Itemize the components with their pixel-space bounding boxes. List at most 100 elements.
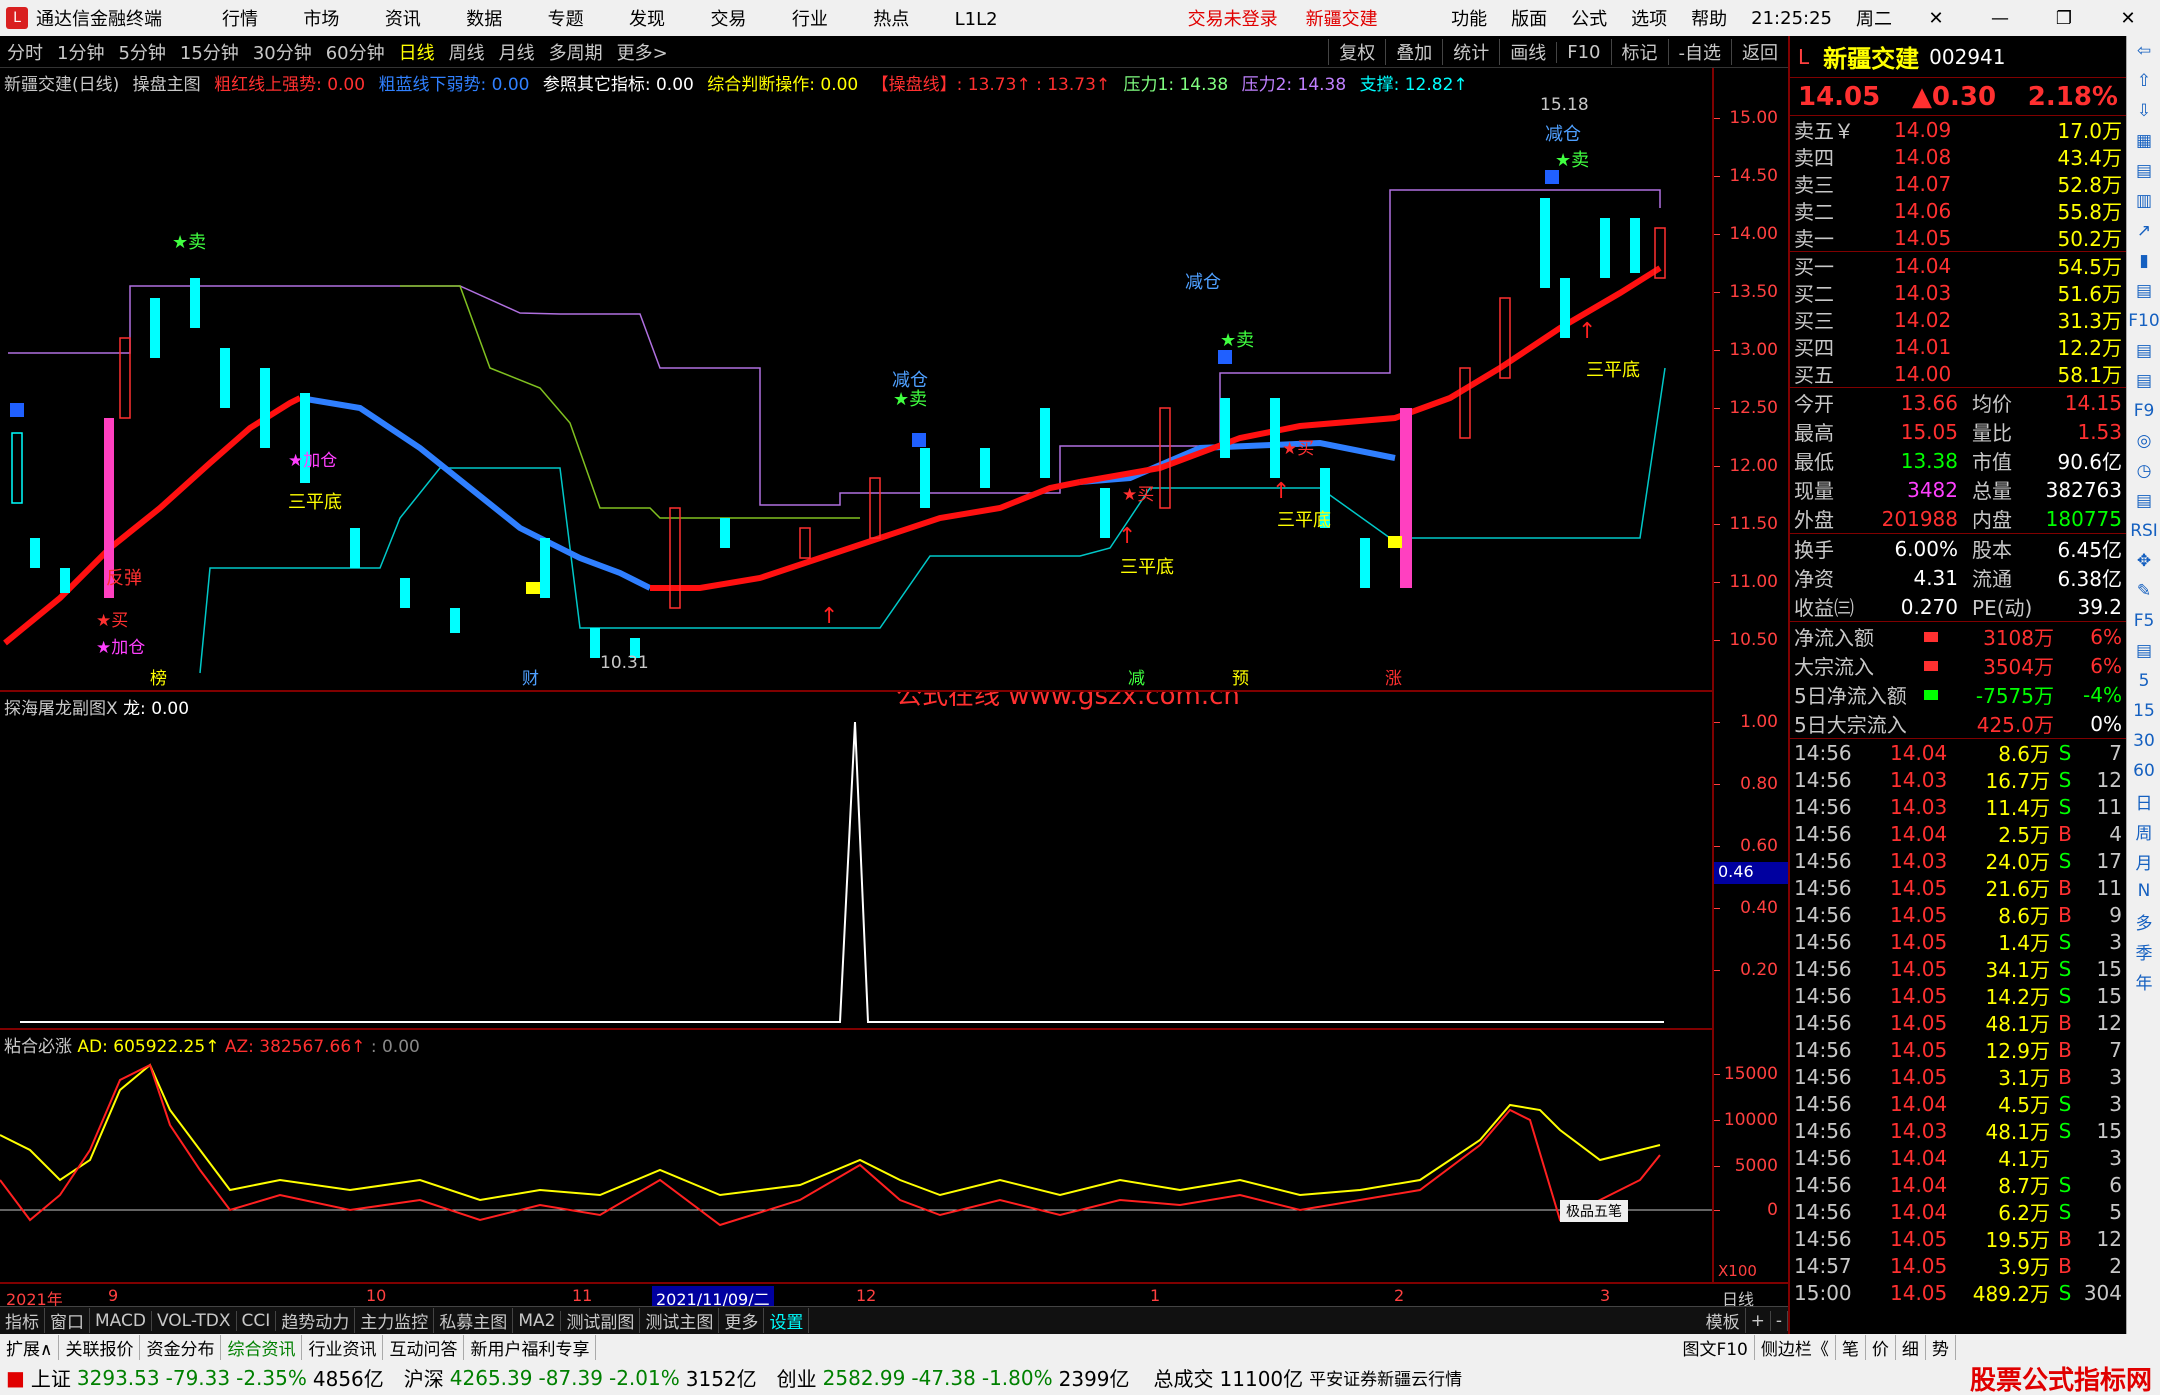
side-tool-icon[interactable]: 日 <box>2127 786 2160 816</box>
tab-more[interactable]: 更多> <box>610 39 675 65</box>
minimize-icon[interactable]: — <box>1980 8 2020 29</box>
tab-30min[interactable]: 30分钟 <box>246 39 319 65</box>
tab-ceshifu[interactable]: 测试副图 <box>561 1308 641 1333</box>
tab-ma2[interactable]: MA2 <box>513 1310 562 1331</box>
sub-chart-nianhe[interactable]: 粘合必涨 AD: 605922.25↑ AZ: 382567.66↑ : 0.0… <box>0 1030 1712 1282</box>
ask-row[interactable]: 卖二 14.06 55.8万 <box>1790 197 2126 225</box>
tab-moban[interactable]: 模板 <box>1701 1308 1746 1333</box>
side-tool-icon[interactable]: ▤ <box>2127 366 2160 396</box>
remove-button[interactable]: - <box>1771 1310 1788 1331</box>
menu-item-faxian[interactable]: 发现 <box>629 9 665 30</box>
side-tool-icon[interactable]: RSI <box>2127 516 2160 546</box>
menu-banmian[interactable]: 版面 <box>1511 5 1547 31</box>
tab-60min[interactable]: 60分钟 <box>319 39 392 65</box>
btn-zixuan[interactable]: -自选 <box>1667 39 1732 65</box>
sub-chart-tanhai[interactable]: 探海屠龙副图X 龙: 0.00 公式在线 www.gszx.com.cn <box>0 692 1712 1030</box>
tab-zhibiao[interactable]: 指标 <box>0 1308 45 1333</box>
tab-xi[interactable]: 细 <box>1896 1334 1926 1360</box>
side-tool-icon[interactable]: ▮ <box>2127 246 2160 276</box>
menu-item-jiaoyi[interactable]: 交易 <box>710 9 746 30</box>
side-tool-icon[interactable]: F5 <box>2127 606 2160 636</box>
bid-row[interactable]: 买二 14.03 51.6万 <box>1790 279 2126 307</box>
side-tool-icon[interactable]: ▤ <box>2127 486 2160 516</box>
side-tool-icon[interactable]: ▦ <box>2127 126 2160 156</box>
tab-monthly[interactable]: 月线 <box>492 39 542 65</box>
side-tool-icon[interactable]: 5 <box>2127 666 2160 696</box>
menu-item-shichang[interactable]: 市场 <box>303 9 339 30</box>
ime-toolbar[interactable]: 极品五笔 <box>1560 1200 1628 1222</box>
side-tool-icon[interactable]: ▤ <box>2127 276 2160 306</box>
side-tool-icon[interactable]: ↗ <box>2127 216 2160 246</box>
side-tool-icon[interactable]: F9 <box>2127 396 2160 426</box>
menu-item-zixun[interactable]: 资讯 <box>385 9 421 30</box>
side-tool-icon[interactable]: ◷ <box>2127 456 2160 486</box>
tab-vol-tdx[interactable]: VOL-TDX <box>152 1310 237 1331</box>
btn-huaxian[interactable]: 画线 <box>1499 39 1556 65</box>
side-tool-icon[interactable]: ⇧ <box>2127 66 2160 96</box>
btn-fuquan[interactable]: 复权 <box>1328 39 1385 65</box>
side-tool-icon[interactable]: 60 <box>2127 756 2160 786</box>
tab-simu[interactable]: 私募主图 <box>434 1308 514 1333</box>
side-tool-icon[interactable]: ▥ <box>2127 186 2160 216</box>
menu-item-hangqing[interactable]: 行情 <box>222 9 258 30</box>
tab-bi[interactable]: 笔 <box>1836 1334 1866 1360</box>
side-tool-icon[interactable]: 周 <box>2127 816 2160 846</box>
ask-row[interactable]: 卖三 14.07 52.8万 <box>1790 170 2126 198</box>
side-tool-icon[interactable]: 年 <box>2127 966 2160 996</box>
tab-weekly[interactable]: 周线 <box>442 39 492 65</box>
side-tool-icon[interactable]: N <box>2127 876 2160 906</box>
index-name[interactable]: 沪深 <box>404 1363 444 1392</box>
bid-row[interactable]: 买一 14.04 54.5万 <box>1790 252 2126 280</box>
tab-multi-period[interactable]: 多周期 <box>542 39 610 65</box>
btn-biaoji[interactable]: 标记 <box>1610 39 1668 65</box>
menu-item-hangye[interactable]: 行业 <box>792 9 828 30</box>
menu-item-shuju[interactable]: 数据 <box>466 9 502 30</box>
tab-daily[interactable]: 日线 <box>392 39 442 65</box>
side-tool-icon[interactable]: 月 <box>2127 846 2160 876</box>
tab-qushi[interactable]: 趋势动力 <box>276 1308 356 1333</box>
btn-diejia[interactable]: 叠加 <box>1385 39 1442 65</box>
close-window-icon[interactable]: ✕ <box>2108 8 2148 29</box>
btn-tongji[interactable]: 统计 <box>1442 39 1499 65</box>
bid-row[interactable]: 买五 14.00 58.1万 <box>1790 360 2126 388</box>
tab-shi[interactable]: 势 <box>1926 1334 1956 1360</box>
side-tool-icon[interactable]: ⇩ <box>2127 96 2160 126</box>
tab-fenshi[interactable]: 分时 <box>0 39 50 65</box>
index-name[interactable]: 创业 <box>777 1363 817 1392</box>
side-tool-icon[interactable]: ◎ <box>2127 426 2160 456</box>
side-tool-icon[interactable]: 30 <box>2127 726 2160 756</box>
menu-item-l1l2[interactable]: L1L2 <box>955 9 998 30</box>
main-kline-chart[interactable]: 新疆交建(日线) 操盘主图 粗红线上强势: 0.00 粗蓝线下弱势: 0.00 … <box>0 68 1712 692</box>
tab-15min[interactable]: 15分钟 <box>173 39 246 65</box>
tab-hangye[interactable]: 行业资讯 <box>302 1334 384 1360</box>
menu-gongneng[interactable]: 功能 <box>1451 5 1487 31</box>
bid-row[interactable]: 买四 14.01 12.2万 <box>1790 333 2126 361</box>
add-button[interactable]: + <box>1746 1310 1771 1331</box>
tab-tuwen-f10[interactable]: 图文F10 <box>1676 1334 1755 1360</box>
index-name[interactable]: 上证 <box>31 1363 71 1392</box>
side-tool-icon[interactable]: ▤ <box>2127 156 2160 186</box>
side-tool-icon[interactable]: ▤ <box>2127 336 2160 366</box>
side-tool-icon[interactable]: F10 <box>2127 306 2160 336</box>
tab-hudong[interactable]: 互动问答 <box>383 1334 465 1360</box>
btn-f10[interactable]: F10 <box>1556 41 1610 63</box>
side-tool-icon[interactable]: ✥ <box>2127 546 2160 576</box>
close-icon[interactable]: ✕ <box>1916 8 1956 29</box>
tab-xinyonghu[interactable]: 新用户福利专享 <box>464 1334 597 1360</box>
side-tool-icon[interactable]: ⇦ <box>2127 36 2160 66</box>
menu-xuanxiang[interactable]: 选项 <box>1631 5 1667 31</box>
trade-status-link[interactable]: 交易未登录 <box>1188 5 1278 31</box>
tab-5min[interactable]: 5分钟 <box>111 39 172 65</box>
tab-zhuli[interactable]: 主力监控 <box>355 1308 435 1333</box>
tab-guanlian[interactable]: 关联报价 <box>59 1334 141 1360</box>
tab-cci[interactable]: CCI <box>237 1310 277 1331</box>
side-tool-icon[interactable]: 15 <box>2127 696 2160 726</box>
tab-cebianlan[interactable]: 侧边栏《 <box>1755 1334 1836 1360</box>
tab-shezhi[interactable]: 设置 <box>764 1308 810 1333</box>
tab-gengduo[interactable]: 更多 <box>719 1308 765 1333</box>
tab-zijin[interactable]: 资金分布 <box>140 1334 222 1360</box>
menu-item-zhuanti[interactable]: 专题 <box>548 9 584 30</box>
side-tool-icon[interactable]: ▤ <box>2127 636 2160 666</box>
tab-ceshizhu[interactable]: 测试主图 <box>640 1308 720 1333</box>
tab-jia[interactable]: 价 <box>1866 1334 1896 1360</box>
